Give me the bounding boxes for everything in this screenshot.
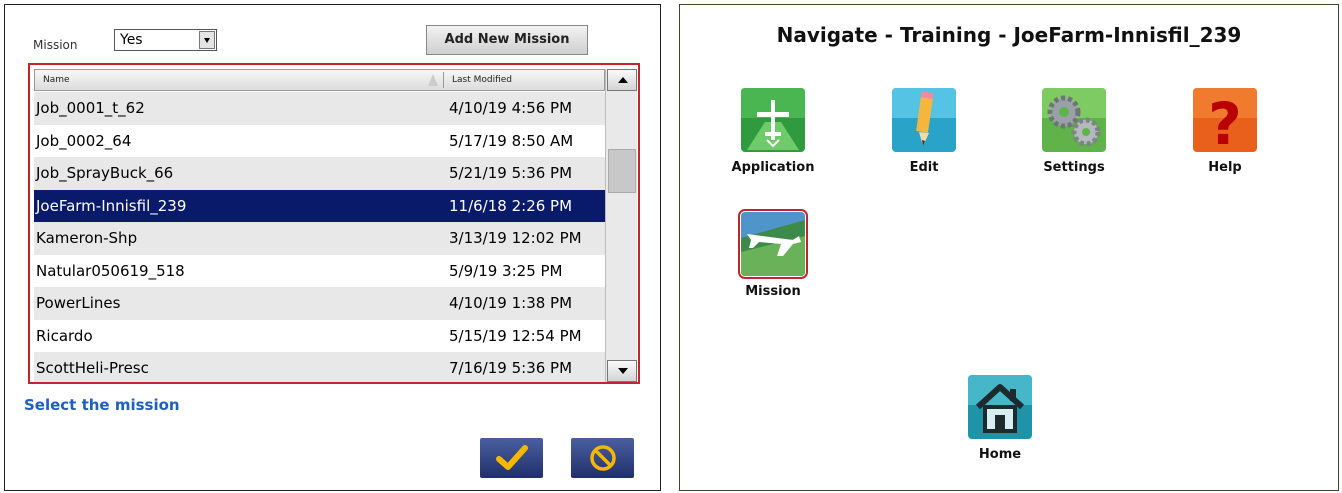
settings-tile[interactable]: Settings — [1014, 88, 1134, 175]
list-header: Name Last Modified — [34, 69, 605, 91]
home-tile[interactable]: Home — [940, 375, 1060, 462]
column-header-last-modified[interactable]: Last Modified — [452, 75, 512, 85]
cancel-icon — [590, 445, 616, 471]
row-date: 5/15/19 12:54 PM — [449, 326, 582, 345]
edit-icon[interactable] — [892, 88, 956, 152]
row-date: 7/16/19 5:36 PM — [449, 359, 573, 377]
svg-text:?: ? — [1208, 90, 1242, 152]
mission-rows: Job_0001_t_62 4/10/19 4:56 PM Job_0002_64… — [34, 92, 605, 382]
column-divider[interactable] — [443, 72, 444, 88]
mission-label: Mission — [33, 38, 78, 52]
mission-dropdown-value: Yes — [120, 32, 143, 48]
mission-icon[interactable] — [738, 209, 808, 279]
table-row-selected[interactable]: JoeFarm-Innisfil_239 11/6/18 2:26 PM — [34, 189, 605, 222]
scroll-thumb[interactable] — [608, 149, 636, 193]
navigate-panel: Navigate - Training - JoeFarm-Innisfil_2… — [679, 4, 1339, 491]
checkmark-icon — [496, 445, 528, 470]
row-name: Ricardo — [36, 326, 93, 345]
row-name: PowerLines — [36, 294, 121, 312]
row-name: Job_0002_64 — [36, 131, 132, 150]
row-name: JoeFarm-Innisfil_239 — [36, 196, 187, 215]
application-label: Application — [731, 160, 815, 175]
row-date: 3/13/19 12:02 PM — [449, 229, 582, 247]
row-date: 5/9/19 3:25 PM — [449, 261, 563, 280]
row-name: ScottHeli-Presc — [36, 359, 149, 377]
vertical-scrollbar[interactable] — [605, 69, 637, 382]
mission-list: Name Last Modified Job_0001_t_62 4/10/19 … — [28, 63, 640, 384]
application-tile[interactable]: Application — [713, 88, 833, 175]
add-new-mission-button[interactable]: Add New Mission — [426, 25, 588, 55]
row-name: Job_SprayBuck_66 — [36, 164, 174, 182]
home-label: Home — [978, 447, 1022, 462]
sort-icon — [428, 74, 438, 86]
edit-tile[interactable]: Edit — [864, 88, 984, 175]
mission-tile[interactable]: Mission — [713, 209, 833, 299]
row-name: Job_0001_t_62 — [36, 99, 145, 117]
row-date: 11/6/18 2:26 PM — [449, 196, 573, 215]
row-date: 5/17/19 8:50 AM — [449, 131, 574, 150]
help-tile[interactable]: ? Help — [1165, 88, 1285, 175]
confirm-button[interactable] — [480, 438, 543, 478]
table-row[interactable]: Job_SprayBuck_66 5/21/19 5:36 PM — [34, 157, 605, 190]
scroll-down-button[interactable] — [607, 360, 637, 382]
row-date: 4/10/19 1:38 PM — [449, 294, 573, 312]
settings-icon[interactable] — [1042, 88, 1106, 152]
scroll-up-button[interactable] — [607, 69, 637, 91]
row-date: 5/21/19 5:36 PM — [449, 164, 573, 182]
mission-label: Mission — [745, 284, 801, 299]
chevron-down-icon[interactable] — [199, 31, 215, 49]
mission-select-dialog: Mission Yes Add New Mission Name Last Mo… — [4, 4, 661, 491]
row-date: 4/10/19 4:56 PM — [449, 99, 573, 117]
help-icon[interactable]: ? — [1193, 88, 1257, 152]
application-icon[interactable] — [741, 88, 805, 152]
table-row[interactable]: ScottHeli-Presc 7/16/19 5:36 PM — [34, 352, 605, 382]
column-header-name[interactable]: Name — [43, 75, 70, 85]
instruction-text: Select the mission — [24, 396, 180, 414]
cancel-button[interactable] — [571, 438, 634, 478]
edit-label: Edit — [909, 160, 939, 175]
row-name: Natular050619_518 — [36, 261, 185, 280]
table-row[interactable]: Ricardo 5/15/19 12:54 PM — [34, 319, 605, 352]
table-row[interactable]: PowerLines 4/10/19 1:38 PM — [34, 287, 605, 320]
settings-label: Settings — [1043, 160, 1105, 175]
page-title: Navigate - Training - JoeFarm-Innisfil_2… — [776, 23, 1242, 47]
table-row[interactable]: Kameron-Shp 3/13/19 12:02 PM — [34, 222, 605, 255]
row-name: Kameron-Shp — [36, 229, 138, 247]
table-row[interactable]: Job_0002_64 5/17/19 8:50 AM — [34, 124, 605, 157]
help-label: Help — [1208, 160, 1242, 175]
home-icon[interactable] — [968, 375, 1032, 439]
mission-dropdown[interactable]: Yes — [114, 29, 217, 51]
table-row[interactable]: Job_0001_t_62 4/10/19 4:56 PM — [34, 92, 605, 125]
table-row[interactable]: Natular050619_518 5/9/19 3:25 PM — [34, 254, 605, 287]
